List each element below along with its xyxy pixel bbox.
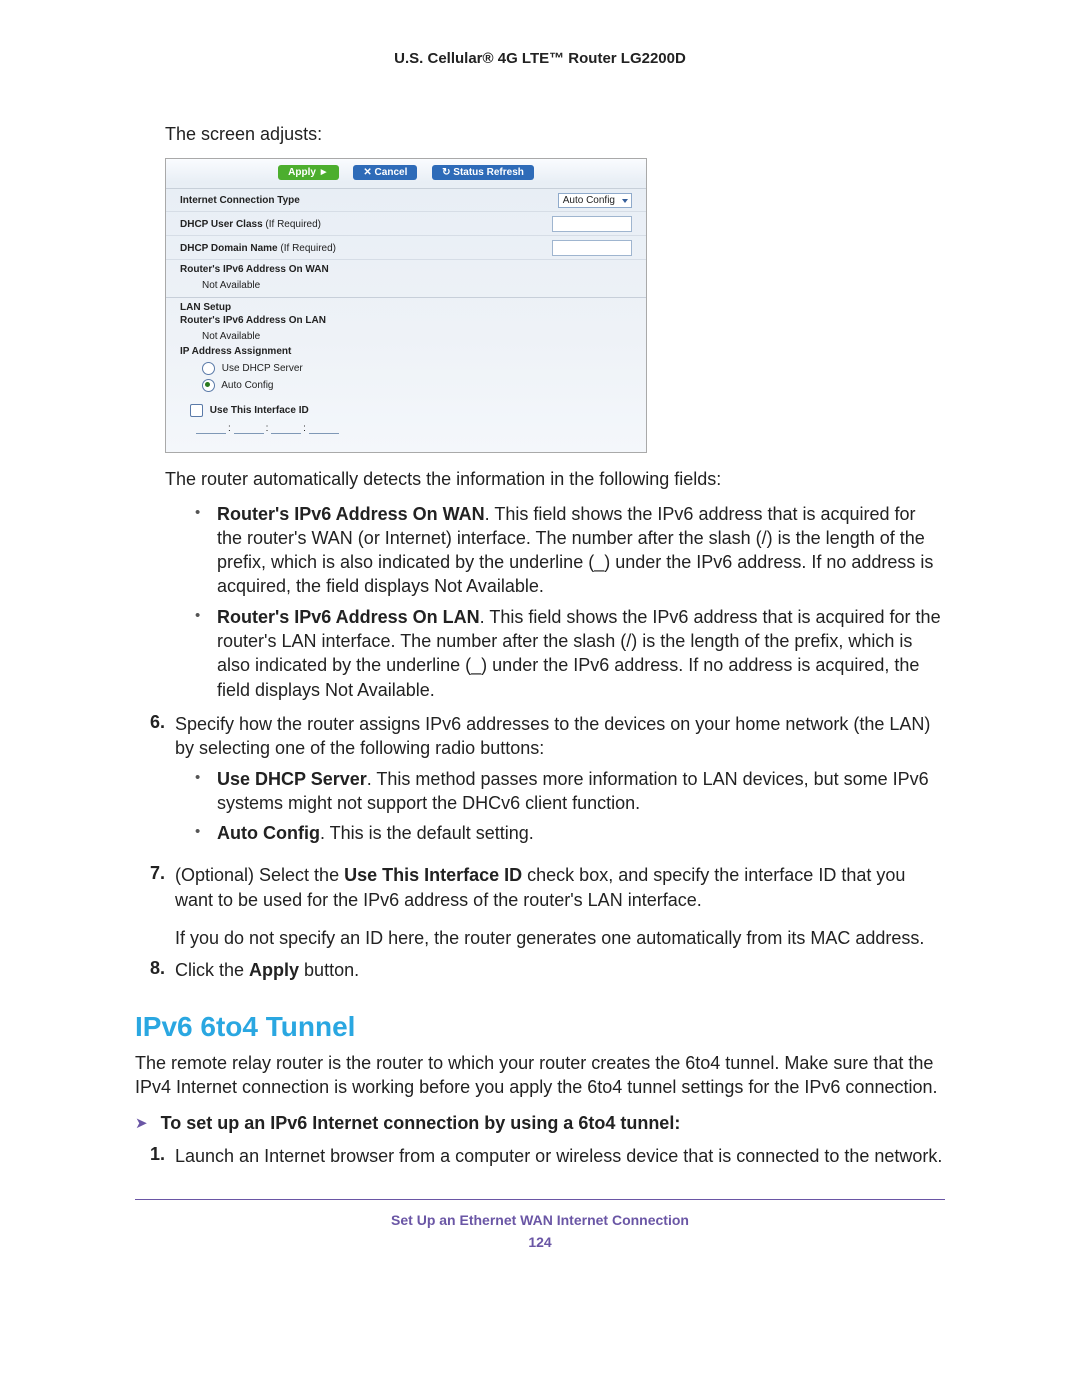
radio-auto-config-label: Auto Config [221, 380, 273, 391]
footer-rule [135, 1199, 945, 1200]
hint-text: (If Required) [280, 243, 336, 254]
auto-detect-bullets: • Router's IPv6 Address On WAN. This fie… [195, 502, 945, 702]
radio-auto-config-row: Auto Config [166, 377, 646, 394]
lan-setup-header: LAN Setup [166, 297, 646, 315]
use-interface-id-label: Use This Interface ID [210, 405, 309, 416]
step6-text: Specify how the router assigns IPv6 addr… [175, 712, 945, 855]
bullet-wan: Router's IPv6 Address On WAN. This field… [217, 502, 945, 599]
radio-use-dhcp-label: Use DHCP Server [222, 363, 303, 374]
bullet-lan-bold: Router's IPv6 Address On LAN [217, 607, 480, 627]
step-number: 7. [135, 863, 175, 950]
step8-post: button. [299, 960, 359, 980]
interface-id-fields: : : : [166, 419, 646, 442]
step6-auto-bold: Auto Config [217, 823, 320, 843]
router-config-panel: Apply ► ✕ Cancel ↻ Status Refresh Intern… [165, 158, 647, 453]
section-body: The remote relay router is the router to… [135, 1051, 945, 1100]
lan-addr-value: Not Available [166, 329, 646, 344]
doc-header: U.S. Cellular® 4G LTE™ Router LG2200D [135, 50, 945, 67]
conn-type-label: Internet Connection Type [180, 195, 300, 206]
intro-text: The screen adjusts: [165, 122, 945, 146]
step7-text: (Optional) Select the Use This Interface… [175, 863, 945, 950]
step-number: 1. [135, 1144, 175, 1168]
hint-text: (If Required) [265, 219, 321, 230]
radio-auto-config[interactable] [202, 379, 215, 392]
ip-assign-label: IP Address Assignment [180, 346, 291, 357]
wan-addr-label: Router's IPv6 Address On WAN [180, 264, 329, 275]
interface-id-row: Use This Interface ID [166, 402, 646, 419]
bullet-icon: • [195, 767, 217, 816]
status-refresh-button[interactable]: ↻ Status Refresh [432, 165, 534, 180]
procedure-steps: 1. Launch an Internet browser from a com… [135, 1144, 945, 1168]
dhcp-user-class-text: DHCP User Class [180, 219, 263, 230]
interface-id-cell[interactable] [271, 423, 301, 434]
conn-type-select[interactable]: Auto Config [558, 193, 632, 208]
radio-use-dhcp[interactable] [202, 362, 215, 375]
lan-addr-label: Router's IPv6 Address On LAN [180, 315, 326, 326]
step6-auto-text: . This is the default setting. [320, 823, 534, 843]
step6-body: Specify how the router assigns IPv6 addr… [175, 714, 930, 758]
after-image-text: The router automatically detects the inf… [165, 467, 945, 491]
dhcp-user-class-label: DHCP User Class (If Required) [180, 219, 321, 230]
dhcp-domain-name-label: DHCP Domain Name (If Required) [180, 243, 336, 254]
bullet-lan: Router's IPv6 Address On LAN. This field… [217, 605, 945, 702]
dhcp-domain-name-text: DHCP Domain Name [180, 243, 278, 254]
step7-pre: (Optional) Select the [175, 865, 344, 885]
step8-pre: Click the [175, 960, 249, 980]
step6-auto: Auto Config. This is the default setting… [217, 821, 945, 845]
section-heading: IPv6 6to4 Tunnel [135, 1011, 945, 1043]
cancel-button[interactable]: ✕ Cancel [353, 165, 417, 180]
bullet-wan-bold: Router's IPv6 Address On WAN [217, 504, 485, 524]
bullet-icon: • [195, 605, 217, 702]
dhcp-user-class-input[interactable] [552, 216, 632, 232]
wan-addr-value: Not Available [166, 278, 646, 293]
triangle-icon: ➤ [135, 1114, 148, 1132]
interface-id-cell[interactable] [196, 423, 226, 434]
procedure-lead-text: To set up an IPv6 Internet connection by… [161, 1113, 681, 1133]
step8-bold: Apply [249, 960, 299, 980]
procedure-lead: ➤ To set up an IPv6 Internet connection … [135, 1113, 945, 1134]
interface-id-cell[interactable] [309, 423, 339, 434]
dhcp-domain-name-input[interactable] [552, 240, 632, 256]
radio-use-dhcp-row: Use DHCP Server [166, 360, 646, 377]
step8-text: Click the Apply button. [175, 958, 945, 982]
step-number: 8. [135, 958, 175, 982]
bullet-icon: • [195, 502, 217, 599]
footer-title: Set Up an Ethernet WAN Internet Connecti… [135, 1212, 945, 1228]
proc-step1-text: Launch an Internet browser from a comput… [175, 1144, 945, 1168]
bullet-icon: • [195, 821, 217, 845]
footer-page-number: 124 [135, 1234, 945, 1250]
step7-para: If you do not specify an ID here, the ro… [175, 928, 924, 948]
apply-button[interactable]: Apply ► [278, 165, 338, 180]
step7-bold: Use This Interface ID [344, 865, 522, 885]
interface-id-cell[interactable] [234, 423, 264, 434]
panel-toolbar: Apply ► ✕ Cancel ↻ Status Refresh [166, 159, 646, 189]
numbered-steps: 6. Specify how the router assigns IPv6 a… [135, 712, 945, 983]
use-interface-id-checkbox[interactable] [190, 404, 203, 417]
step6-dhcp: Use DHCP Server. This method passes more… [217, 767, 945, 816]
step-number: 6. [135, 712, 175, 855]
step6-dhcp-bold: Use DHCP Server [217, 769, 367, 789]
